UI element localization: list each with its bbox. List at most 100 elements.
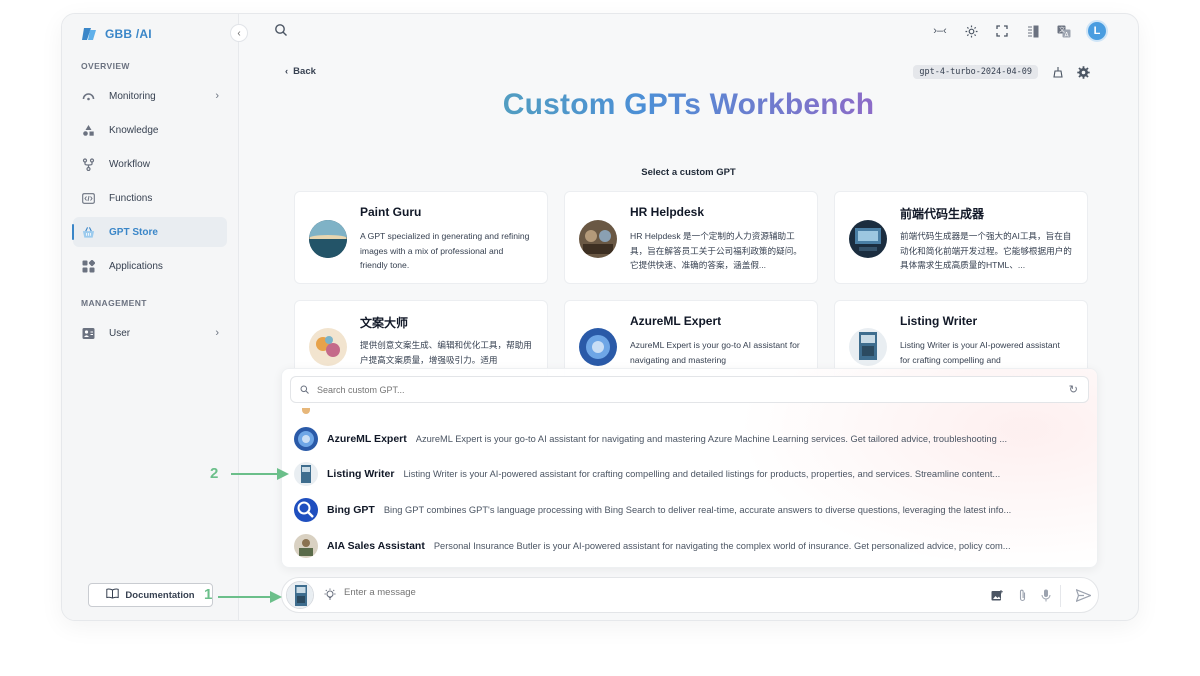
book-open-icon: [106, 588, 120, 602]
brand-name: GBB /AI: [105, 27, 152, 41]
send-icon[interactable]: [1075, 588, 1091, 602]
documentation-button[interactable]: Documentation: [88, 583, 213, 607]
select-gpt-label: Select a custom GPT: [641, 167, 736, 178]
collapse-arrows-icon[interactable]: ›–‹: [931, 22, 949, 40]
back-label: Back: [293, 66, 316, 77]
main-area: ›–‹ 文A L ‹ Back gpt-4-turbo-2024-04-09 C…: [239, 14, 1138, 620]
sidebar-collapse-button[interactable]: ‹: [230, 24, 248, 42]
sun-icon[interactable]: [962, 22, 980, 40]
message-input[interactable]: [344, 587, 944, 598]
card-name: 前端代码生成器: [900, 207, 985, 221]
list-item-description: Personal Insurance Butler is your AI-pow…: [433, 541, 1011, 551]
card-name: Paint Guru: [360, 205, 422, 219]
annotation-arrow-1-head: [270, 591, 282, 603]
list-item-name: Bing GPT: [327, 504, 375, 516]
code-icon: [82, 192, 95, 205]
app-window: GBB /AI OVERVIEW Monitoring › Knowledge …: [61, 13, 1139, 621]
basket-icon: [82, 226, 95, 239]
card-description: 前端代码生成器是一个强大的AI工具，旨在自动化和简化前端开发过程。它能够根据用户…: [900, 231, 1072, 270]
back-button[interactable]: ‹ Back: [285, 66, 316, 77]
documentation-label: Documentation: [125, 589, 195, 601]
user-card-icon: [82, 327, 95, 340]
branch-icon: [82, 157, 95, 171]
list-item-name: AIA Sales Assistant: [327, 540, 425, 552]
chevron-right-icon: ›: [215, 90, 219, 102]
annotation-arrow-2-head: [277, 468, 289, 480]
card-name: AzureML Expert: [630, 314, 722, 328]
message-composer: [281, 577, 1099, 613]
gpt-search-input[interactable]: [317, 384, 1027, 395]
refresh-icon[interactable]: ↻: [1069, 383, 1078, 396]
list-item-description: AzureML Expert is your go-to AI assistan…: [415, 434, 1008, 444]
gpt-card-frontend-codegen[interactable]: 前端代码生成器 前端代码生成器是一个强大的AI工具，旨在自动化和简化前端开发过程…: [834, 191, 1088, 284]
sidebar-item-label: User: [109, 327, 131, 339]
card-description: Listing Writer is your AI-powered assist…: [900, 340, 1060, 365]
annotation-arrow-2-line: [231, 473, 279, 475]
sidebar-item-applications[interactable]: Applications: [73, 251, 227, 281]
gpt-list-item[interactable]: Bing GPT Bing GPT combines GPT's languag…: [294, 494, 1085, 526]
layout-panel-icon[interactable]: [1024, 22, 1042, 40]
sidebar-item-label: GPT Store: [109, 226, 158, 238]
card-name: 文案大师: [360, 316, 409, 330]
list-item-description: Bing GPT combines GPT's language process…: [383, 505, 1012, 515]
sidebar-item-knowledge[interactable]: Knowledge: [73, 115, 227, 145]
top-toolbar: ›–‹ 文A L: [931, 20, 1108, 42]
card-description: A GPT specialized in generating and refi…: [360, 231, 530, 270]
partial-list-item-avatar: [302, 408, 310, 414]
gpt-search-box: ↻: [290, 376, 1089, 403]
card-description: 提供创意文案生成、编辑和优化工具，帮助用户提高文案质量，增强吸引力。适用: [360, 340, 532, 365]
gpt-list-item[interactable]: Listing Writer Listing Writer is your AI…: [294, 458, 1085, 490]
sidebar-item-label: Knowledge: [109, 124, 159, 136]
listing-writer-avatar: [294, 462, 318, 486]
sidebar-item-monitoring[interactable]: Monitoring ›: [73, 81, 227, 111]
card-description: AzureML Expert is your go-to AI assistan…: [630, 340, 800, 365]
gpt-list-item[interactable]: AzureML Expert AzureML Expert is your go…: [294, 423, 1085, 455]
search-icon[interactable]: [274, 23, 288, 37]
list-item-description: Listing Writer is your AI-powered assist…: [403, 469, 1001, 479]
management-section-label: MANAGEMENT: [81, 298, 147, 308]
gpt-card-paint-guru[interactable]: Paint Guru A GPT specialized in generati…: [294, 191, 548, 284]
add-image-icon[interactable]: [990, 588, 1004, 602]
sidebar-item-user[interactable]: User ›: [73, 318, 227, 348]
brand-logo-icon: [82, 28, 96, 40]
annotation-number-2: 2: [210, 465, 219, 482]
sidebar-item-workflow[interactable]: Workflow: [73, 149, 227, 179]
shapes-icon: [82, 124, 95, 137]
clear-brush-icon[interactable]: [1050, 65, 1064, 79]
sidebar-item-label: Workflow: [109, 158, 150, 170]
chevron-left-icon: ‹: [285, 66, 289, 77]
gauge-icon: [82, 90, 95, 103]
chevron-left-icon: ‹: [237, 27, 241, 39]
fullscreen-icon[interactable]: [993, 22, 1011, 40]
page-title: Custom GPTs Workbench: [239, 88, 1138, 122]
selected-gpt-avatar-button[interactable]: [286, 581, 314, 609]
gear-icon[interactable]: [1076, 65, 1090, 79]
model-badge[interactable]: gpt-4-turbo-2024-04-09: [913, 65, 1038, 79]
gpt-search-dropdown: ↻ AzureML Expert AzureML Expert is your …: [281, 368, 1098, 568]
lightbulb-icon[interactable]: [323, 588, 337, 602]
annotation-number-1: 1: [204, 586, 213, 603]
gpt-card-hr-helpdesk[interactable]: HR Helpdesk HR Helpdesk 是一个定制的人力资源辅助工具，旨…: [564, 191, 818, 284]
apps-grid-icon: [82, 259, 95, 273]
overview-section-label: OVERVIEW: [81, 61, 130, 71]
paperclip-icon[interactable]: [1015, 588, 1029, 602]
paint-guru-avatar: [309, 220, 347, 258]
listing-writer-avatar: [849, 328, 887, 366]
sidebar-item-label: Applications: [109, 260, 163, 272]
search-icon: [300, 385, 309, 394]
microphone-icon[interactable]: [1039, 588, 1053, 602]
user-avatar[interactable]: L: [1086, 20, 1108, 42]
card-name: Listing Writer: [900, 314, 978, 328]
sidebar-item-gpt-store[interactable]: GPT Store: [72, 217, 227, 247]
chevron-right-icon: ›: [215, 327, 219, 339]
composer-divider: [1060, 585, 1061, 607]
brand[interactable]: GBB /AI: [81, 24, 152, 44]
gpt-list-item[interactable]: AIA Sales Assistant Personal Insurance B…: [294, 530, 1085, 562]
aia-sales-assistant-avatar: [294, 534, 318, 558]
sidebar-item-label: Functions: [109, 192, 153, 204]
sidebar: GBB /AI OVERVIEW Monitoring › Knowledge …: [62, 14, 239, 620]
bing-gpt-avatar: [294, 498, 318, 522]
translate-icon[interactable]: 文A: [1055, 22, 1073, 40]
sidebar-item-functions[interactable]: Functions: [73, 183, 227, 213]
copywriter-avatar: [309, 328, 347, 366]
